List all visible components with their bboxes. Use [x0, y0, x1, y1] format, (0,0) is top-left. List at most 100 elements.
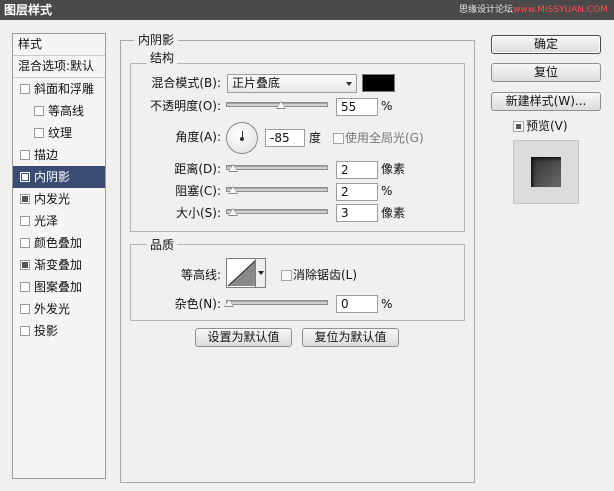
opacity-label: 不透明度(O):	[150, 99, 221, 113]
style-item[interactable]: 渐变叠加	[13, 254, 105, 276]
style-item[interactable]: 描边	[13, 144, 105, 166]
contour-label: 等高线:	[180, 268, 221, 282]
window-title: 图层样式	[4, 3, 53, 17]
choke-percent: %	[381, 184, 393, 198]
style-item-checkbox[interactable]	[20, 84, 30, 94]
style-item[interactable]: 斜面和浮雕	[13, 78, 105, 100]
size-slider-track[interactable]	[226, 209, 328, 214]
blend-options-default[interactable]: 混合选项:默认	[13, 56, 105, 78]
shadow-color-swatch[interactable]	[362, 74, 395, 92]
distance-slider-thumb[interactable]	[228, 164, 238, 172]
set-default-button[interactable]: 设置为默认值	[195, 328, 292, 347]
layer-style-dialog: 图层样式 思缘设计论坛www.MISSYUAN.COM 样式 混合选项:默认 斜…	[0, 0, 614, 491]
style-item-checkbox[interactable]	[20, 238, 30, 248]
style-item[interactable]: 内发光	[13, 188, 105, 210]
style-item-checkbox[interactable]	[20, 194, 30, 204]
preview-square	[531, 157, 561, 187]
style-item-label: 描边	[34, 148, 59, 162]
opacity-input[interactable]: 55	[336, 98, 378, 116]
style-item[interactable]: 颜色叠加	[13, 232, 105, 254]
style-item-label: 投影	[34, 324, 59, 338]
style-item-checkbox[interactable]	[34, 106, 44, 116]
style-item-label: 斜面和浮雕	[34, 82, 95, 96]
style-list: 样式 混合选项:默认 斜面和浮雕等高线纹理描边内阴影内发光光泽颜色叠加渐变叠加图…	[12, 33, 106, 479]
size-slider-thumb[interactable]	[228, 208, 238, 216]
style-item[interactable]: 等高线	[13, 100, 105, 122]
distance-label: 距离(D):	[174, 162, 221, 176]
style-item[interactable]: 外发光	[13, 298, 105, 320]
choke-label: 阻塞(C):	[175, 184, 221, 198]
style-item-checkbox[interactable]	[34, 128, 44, 138]
style-item-label: 内发光	[34, 192, 71, 206]
choke-slider-thumb[interactable]	[228, 186, 238, 194]
style-item-checkbox[interactable]	[20, 282, 30, 292]
style-item-checkbox[interactable]	[20, 304, 30, 314]
style-items: 斜面和浮雕等高线纹理描边内阴影内发光光泽颜色叠加渐变叠加图案叠加外发光投影	[13, 78, 105, 342]
distance-unit: 像素	[381, 162, 406, 176]
antialias-checkbox[interactable]	[281, 270, 292, 281]
style-item-checkbox[interactable]	[20, 260, 30, 270]
distance-input[interactable]: 2	[336, 161, 378, 179]
preview-thumbnail	[513, 140, 579, 204]
style-item-checkbox[interactable]	[20, 150, 30, 160]
noise-slider-thumb[interactable]	[224, 299, 234, 307]
noise-input[interactable]: 0	[336, 295, 378, 313]
reset-default-button[interactable]: 复位为默认值	[302, 328, 399, 347]
choke-slider-track[interactable]	[226, 187, 328, 192]
choke-input[interactable]: 2	[336, 183, 378, 201]
distance-slider-track[interactable]	[226, 165, 328, 170]
new-style-button[interactable]: 新建样式(W)...	[491, 92, 601, 111]
global-light-checkbox[interactable]	[333, 133, 344, 144]
opacity-percent: %	[381, 99, 393, 113]
reset-button[interactable]: 复位	[491, 63, 601, 82]
chevron-down-icon[interactable]	[255, 259, 265, 287]
size-unit: 像素	[381, 206, 406, 220]
blend-mode-label: 混合模式(B):	[151, 76, 221, 90]
size-input[interactable]: 3	[336, 204, 378, 222]
size-label: 大小(S):	[175, 206, 221, 220]
angle-dial[interactable]	[226, 122, 258, 154]
chevron-down-icon	[346, 82, 352, 86]
watermark-prefix: 思缘设计论坛	[459, 5, 514, 15]
noise-slider-track[interactable]	[226, 300, 328, 305]
antialias-label[interactable]: 消除锯齿(L)	[293, 267, 357, 283]
angle-label: 角度(A):	[175, 130, 221, 144]
styles-header[interactable]: 样式	[13, 34, 105, 56]
preview-label[interactable]: 预览(V)	[526, 118, 568, 134]
watermark: 思缘设计论坛www.MISSYUAN.COM	[459, 2, 608, 18]
style-item-label: 颜色叠加	[34, 236, 83, 250]
contour-picker[interactable]	[226, 258, 266, 288]
style-item[interactable]: 投影	[13, 320, 105, 342]
preview-checkbox[interactable]	[513, 121, 524, 132]
style-item-checkbox[interactable]	[20, 216, 30, 226]
angle-unit: 度	[309, 131, 322, 145]
blend-mode-select[interactable]: 正片叠底	[227, 74, 357, 93]
noise-percent: %	[381, 297, 393, 311]
style-item-label: 光泽	[34, 214, 59, 228]
ok-button[interactable]: 确定	[491, 35, 601, 54]
style-item[interactable]: 光泽	[13, 210, 105, 232]
style-item-label: 图案叠加	[34, 280, 83, 294]
watermark-site: www.MISSYUAN.COM	[513, 5, 608, 15]
style-item-label: 内阴影	[34, 170, 71, 184]
inner-shadow-title: 内阴影	[134, 31, 179, 48]
angle-center	[240, 137, 244, 141]
style-item-label: 外发光	[34, 302, 71, 316]
quality-title: 品质	[147, 236, 178, 253]
style-item-checkbox[interactable]	[20, 326, 30, 336]
style-item-label: 纹理	[48, 126, 73, 140]
opacity-slider-thumb[interactable]	[276, 101, 286, 109]
title-bar[interactable]: 图层样式 思缘设计论坛www.MISSYUAN.COM	[0, 0, 614, 20]
preview-check-mark	[516, 124, 521, 129]
style-item[interactable]: 纹理	[13, 122, 105, 144]
noise-label: 杂色(N):	[174, 297, 221, 311]
style-item-checkbox[interactable]	[20, 172, 30, 182]
structure-title: 结构	[147, 49, 178, 66]
style-item-label: 渐变叠加	[34, 258, 83, 272]
style-item[interactable]: 图案叠加	[13, 276, 105, 298]
style-item[interactable]: 内阴影	[13, 166, 105, 188]
angle-input[interactable]: -85	[265, 129, 305, 147]
blend-mode-value: 正片叠底	[232, 76, 281, 90]
global-light-label[interactable]: 使用全局光(G)	[345, 130, 424, 146]
contour-curve-icon	[227, 259, 257, 287]
